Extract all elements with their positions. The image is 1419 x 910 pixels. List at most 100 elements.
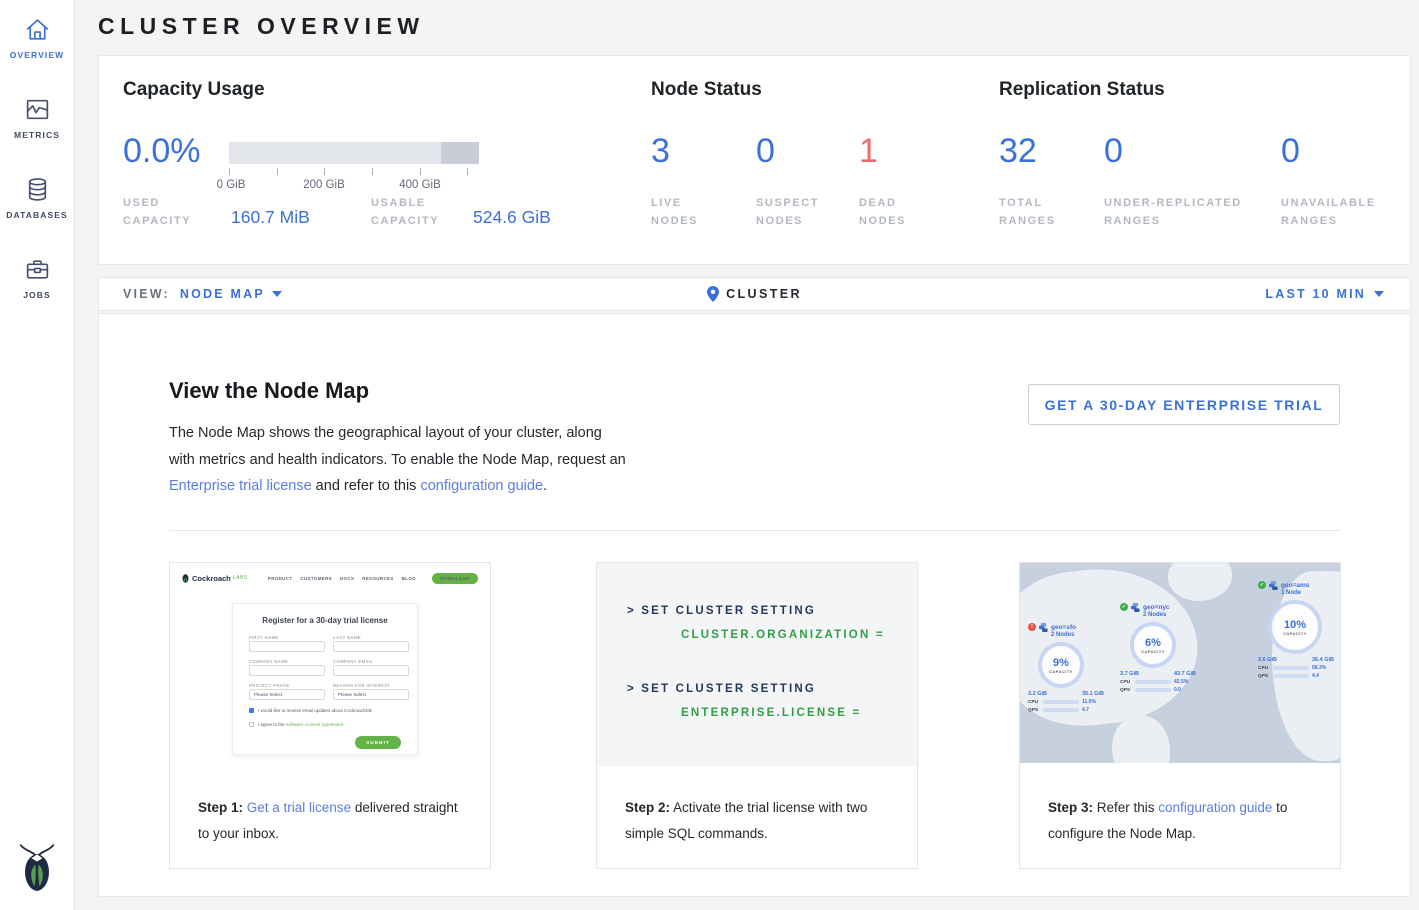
sql-statement: > SET CLUSTER SETTING	[627, 683, 816, 695]
capacity-usage-bar	[229, 142, 479, 164]
total-ranges-value: 32	[999, 132, 1037, 171]
home-icon	[24, 16, 51, 43]
region-cpu-row: CPU42.5%	[1120, 679, 1188, 685]
mini-input-company-email	[333, 665, 409, 676]
mini-cockroach-icon	[182, 573, 189, 583]
enterprise-trial-license-link[interactable]: Enterprise trial license	[169, 478, 312, 494]
mini-field-label: COMPANY NAME	[249, 659, 288, 664]
capacity-percent: 0.0%	[123, 132, 201, 171]
sql-code-block: > SET CLUSTER SETTING CLUSTER.ORGANIZATI…	[597, 563, 917, 766]
cpu-sparkline	[1273, 666, 1309, 670]
sidebar-item-databases[interactable]: DATABASES	[0, 176, 74, 220]
step-card-2: > SET CLUSTER SETTING CLUSTER.ORGANIZATI…	[596, 562, 918, 869]
region-header: ✓ geo=nyc2 Nodes	[1120, 603, 1170, 618]
mini-trial-form: Register for a 30-day trial license FIRS…	[232, 603, 418, 755]
region-name-nodes: geo=sfo2 Nodes	[1051, 623, 1076, 638]
mini-site-brand-suffix: LABS	[233, 575, 248, 581]
node-map-description: The Node Map shows the geographical layo…	[169, 420, 631, 500]
sidebar: OVERVIEW METRICS DATABASES JO	[0, 0, 75, 910]
mini-submit-button: SUBMIT	[355, 736, 401, 749]
configuration-guide-link[interactable]: configuration guide	[420, 478, 543, 494]
mini-field-label: LAST NAME	[333, 635, 361, 640]
axis-tick	[229, 168, 230, 175]
under-replicated-ranges-label: UNDER-REPLICATED RANGES	[1104, 195, 1279, 230]
suspect-nodes-label: SUSPECT NODES	[756, 195, 836, 230]
live-nodes-label: LIVE NODES	[651, 195, 731, 230]
nodes-cube-icon	[1269, 581, 1278, 590]
capacity-bar-reserved-segment	[441, 142, 479, 164]
region-capacity-values: 3.2 GiB35.1 GiB	[1028, 691, 1104, 697]
qps-sparkline	[1273, 674, 1309, 678]
region-name-nodes: geo=ams1 Node	[1281, 581, 1309, 596]
description-text: .	[543, 478, 547, 494]
mini-input-first-name	[249, 641, 325, 652]
mini-nav-item: CUSTOMERS	[300, 576, 332, 581]
map-region-nyc: ✓ geo=nyc2 Nodes 6% CAPACITY 3.7 GiB43.7…	[1120, 603, 1204, 693]
axis-tick	[324, 168, 325, 175]
mini-field-label: PROJECT PHASE	[249, 683, 290, 688]
chevron-down-icon	[1374, 291, 1384, 297]
capacity-gauge: 9% CAPACITY	[1038, 642, 1084, 688]
sidebar-item-jobs[interactable]: JOBS	[0, 256, 74, 300]
metrics-chart-icon	[24, 96, 51, 123]
cpu-sparkline	[1135, 680, 1171, 684]
cluster-summary-panel: Capacity Usage 0.0% 0 GiB 200 GiB 400 Gi…	[98, 55, 1411, 265]
mini-input-last-name	[333, 641, 409, 652]
mini-license-agreement-link: Software License Agreement	[286, 722, 344, 727]
mini-nav-item: PRODUCT	[268, 576, 293, 581]
node-map-panel: View the Node Map The Node Map shows the…	[98, 313, 1411, 897]
sidebar-item-overview[interactable]: OVERVIEW	[0, 16, 74, 60]
region-capacity-label: CAPACITY	[1049, 669, 1073, 674]
step-3-caption: Step 3: Refer this configuration guide t…	[1048, 795, 1320, 847]
region-header: ! geo=sfo2 Nodes	[1028, 623, 1076, 638]
dead-nodes-label: DEAD NODES	[859, 195, 939, 230]
capacity-gauge: 6% CAPACITY	[1130, 622, 1176, 668]
region-name-nodes: geo=nyc2 Nodes	[1143, 603, 1170, 618]
region-capacity-percent: 9%	[1053, 657, 1069, 669]
nodes-cube-icon	[1131, 603, 1140, 612]
region-capacity-percent: 6%	[1145, 637, 1161, 649]
get-trial-license-link[interactable]: Get a trial license	[247, 800, 351, 815]
mini-select-reason: Please Select	[333, 689, 409, 700]
warning-status-icon: !	[1028, 623, 1036, 631]
scope-breadcrumb[interactable]: CLUSTER	[99, 286, 1410, 302]
mini-nav-item: RESOURCES	[362, 576, 393, 581]
axis-tick	[277, 168, 278, 175]
replication-status-title: Replication Status	[999, 79, 1165, 101]
step-card-3: ! geo=sfo2 Nodes 9% CAPACITY 3.2 GiB35.1…	[1019, 562, 1341, 869]
database-icon	[24, 176, 51, 203]
total-ranges-label: TOTAL RANGES	[999, 195, 1079, 230]
cpu-sparkline	[1043, 700, 1079, 704]
mini-field-label: COMPANY EMAIL	[333, 659, 373, 664]
map-region-sfo: ! geo=sfo2 Nodes 9% CAPACITY 3.2 GiB35.1…	[1028, 623, 1112, 713]
usable-capacity-value: 524.6 GiB	[473, 207, 551, 228]
sidebar-item-metrics[interactable]: METRICS	[0, 96, 74, 140]
briefcase-icon	[24, 256, 51, 283]
used-capacity-label: USED CAPACITY	[123, 195, 215, 230]
time-range-dropdown[interactable]: LAST 10 MIN	[1265, 287, 1384, 301]
mini-input-company-name	[249, 665, 325, 676]
mini-checkbox-agree: I agree to the Software License Agreemen…	[249, 722, 343, 727]
region-cpu-row: CPU11.0%	[1028, 699, 1096, 705]
map-region-ams: ✓ geo=ams1 Node 10% CAPACITY 3.6 GiB36.4…	[1258, 581, 1340, 679]
mini-site-header: Cockroach LABS PRODUCT CUSTOMERS DOCS RE…	[182, 571, 478, 585]
time-range-value: LAST 10 MIN	[1265, 287, 1366, 301]
nodes-cube-icon	[1039, 623, 1048, 632]
scope-label: CLUSTER	[726, 287, 802, 301]
axis-tick-label: 200 GiB	[300, 179, 348, 191]
configuration-guide-link-step3[interactable]: configuration guide	[1158, 800, 1272, 815]
mini-site-nav: PRODUCT CUSTOMERS DOCS RESOURCES BLOG DO…	[268, 573, 478, 584]
under-replicated-ranges-value: 0	[1104, 132, 1123, 171]
enterprise-trial-button[interactable]: GET A 30-DAY ENTERPRISE TRIAL	[1028, 384, 1340, 425]
region-capacity-label: CAPACITY	[1141, 649, 1165, 654]
mini-field-label: REASON FOR INTEREST	[333, 683, 390, 688]
step-1-caption: Step 1: Get a trial license delivered st…	[198, 795, 470, 847]
axis-tick	[420, 168, 421, 175]
sidebar-item-label: METRICS	[14, 130, 60, 140]
page-title: CLUSTER OVERVIEW	[98, 13, 425, 40]
region-qps-row: QPS0.0	[1120, 687, 1181, 693]
axis-tick-label: 400 GiB	[396, 179, 444, 191]
step-2-caption: Step 2: Activate the trial license with …	[625, 795, 897, 847]
qps-sparkline	[1135, 688, 1171, 692]
checkbox-checked-icon	[249, 708, 254, 713]
